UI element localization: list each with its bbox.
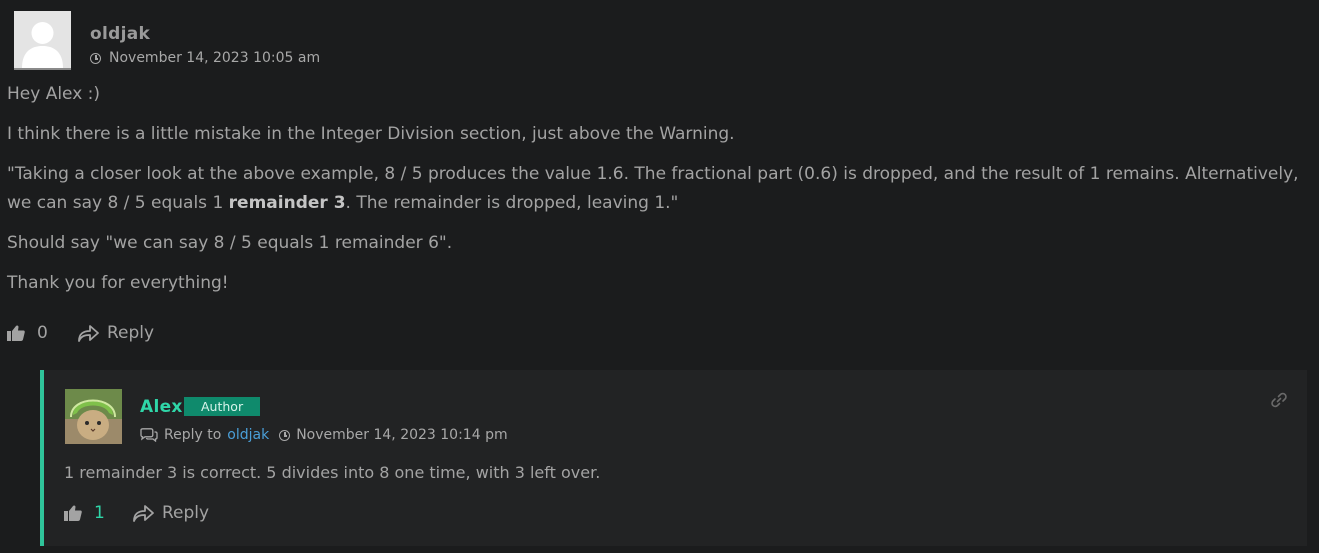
comment-paragraph: Thank you for everything! <box>7 273 229 293</box>
reply-to-label: Reply to <box>164 427 222 443</box>
quote-bold-text: remainder 3 <box>228 193 346 213</box>
comment-actions: 0 Reply <box>7 319 1319 347</box>
clock-icon <box>279 429 291 441</box>
comment-paragraph: Should say "we can say 8 / 5 equals 1 re… <box>7 233 453 253</box>
reply-button[interactable]: Reply <box>107 323 154 343</box>
reply-actions: 1 Reply <box>64 503 209 523</box>
comment-paragraph: "Taking a closer look at the above examp… <box>7 160 1299 218</box>
reply-body: 1 remainder 3 is correct. 5 divides into… <box>64 463 601 482</box>
reply-arrow-icon[interactable] <box>132 504 154 522</box>
avatar <box>65 389 122 444</box>
comment-header: oldjak November 14, 2023 10:05 am <box>7 0 1319 80</box>
comment-author[interactable]: oldjak <box>90 24 150 44</box>
comment-paragraph: Hey Alex :) <box>7 84 101 104</box>
reply-comment: Alex Author Reply to oldjak November 14,… <box>40 370 1307 546</box>
author-badge: Author <box>184 397 261 416</box>
cat-avatar-icon <box>65 389 122 444</box>
avatar <box>14 11 71 70</box>
link-icon[interactable] <box>1271 392 1287 408</box>
reply-meta: Reply to oldjak November 14, 2023 10:14 … <box>140 427 508 443</box>
clock-icon <box>90 52 101 64</box>
comment-meta: November 14, 2023 10:05 am <box>90 50 320 66</box>
like-count: 1 <box>94 503 105 523</box>
comment-paragraph: I think there is a little mistake in the… <box>7 124 735 144</box>
reply-arrow-icon[interactable] <box>77 324 99 342</box>
comment-date: November 14, 2023 10:05 am <box>109 50 321 66</box>
comments-icon <box>140 428 158 442</box>
reply-author[interactable]: Alex <box>140 397 183 417</box>
comment-body: Hey Alex :) I think there is a little mi… <box>7 80 1319 298</box>
reply-to-user-link[interactable]: oldjak <box>227 427 269 443</box>
default-user-icon <box>14 11 71 68</box>
reply-date: November 14, 2023 10:14 pm <box>296 427 508 443</box>
reply-button[interactable]: Reply <box>162 503 209 523</box>
comment: oldjak November 14, 2023 10:05 am Hey Al… <box>0 0 1319 347</box>
thumbs-up-icon[interactable] <box>64 505 82 521</box>
like-count: 0 <box>37 323 48 343</box>
quote-text-end: . The remainder is dropped, leaving 1." <box>345 193 679 213</box>
thumbs-up-icon[interactable] <box>7 325 25 341</box>
